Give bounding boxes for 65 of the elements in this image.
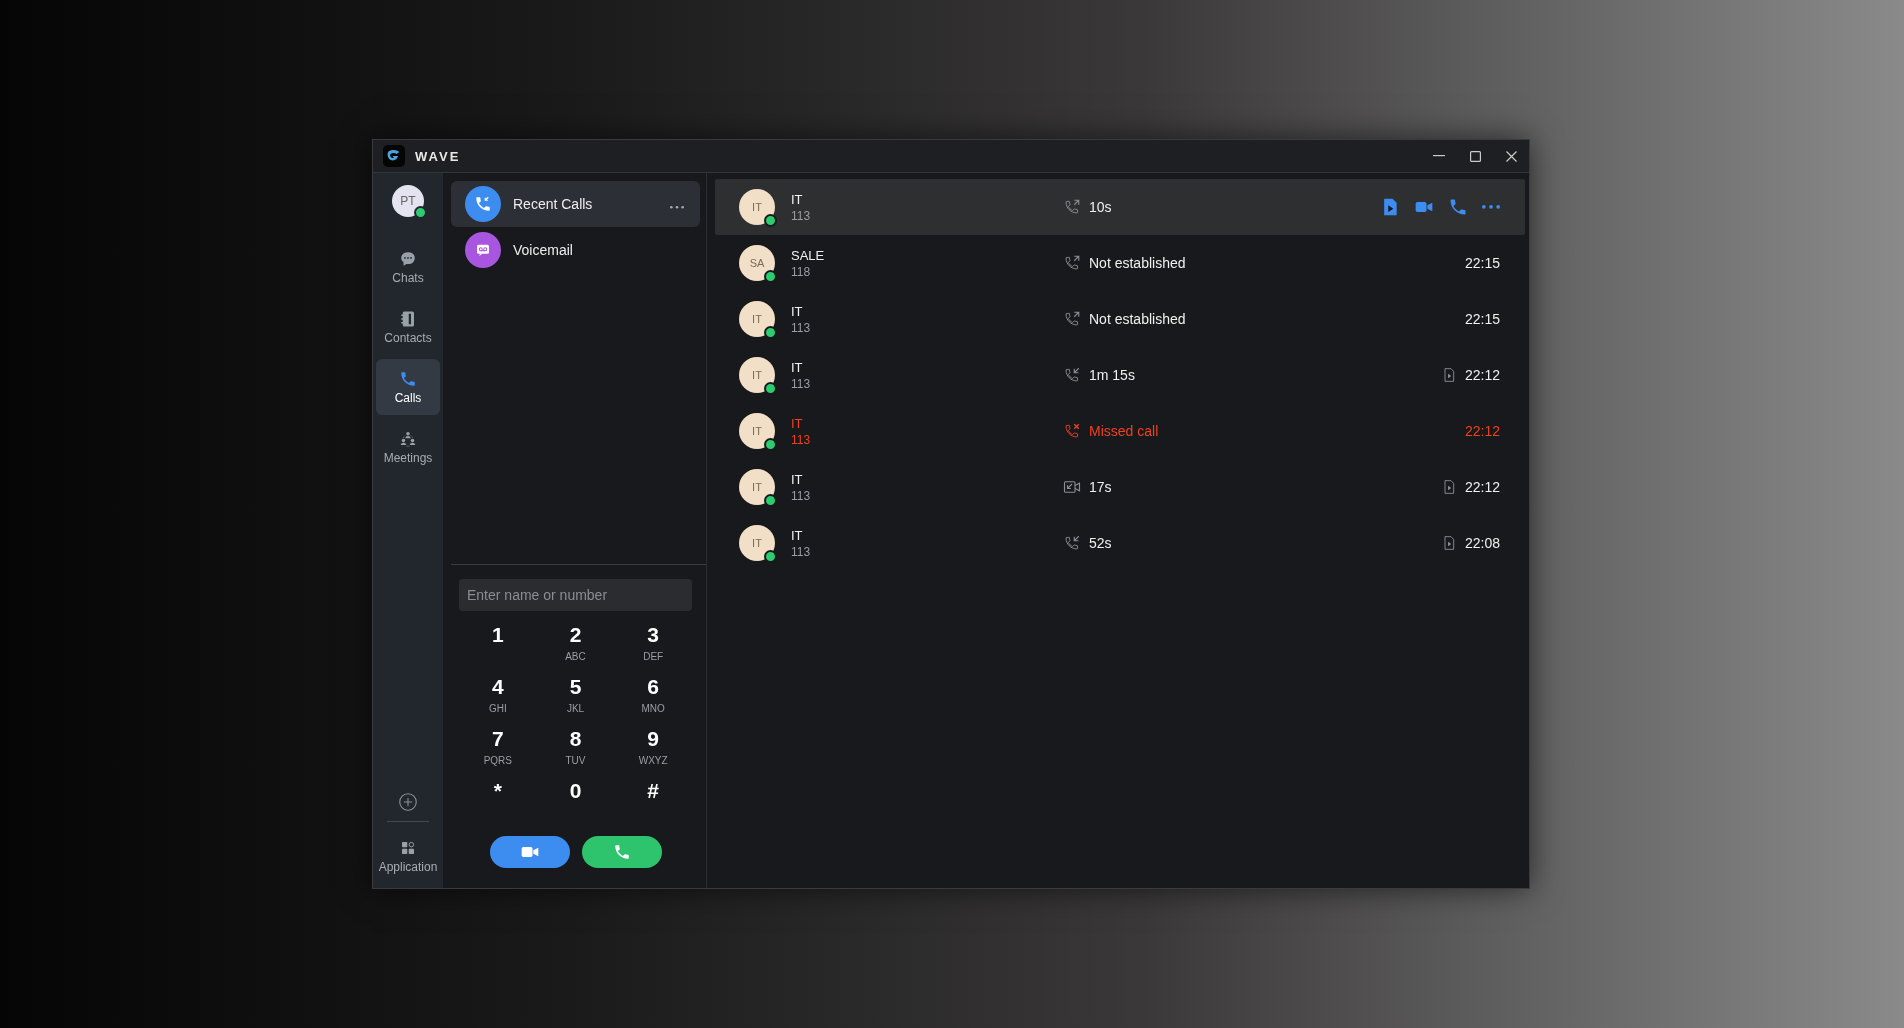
dial-key[interactable]: 8 TUV <box>536 723 615 775</box>
call-status: Not established <box>1089 311 1186 327</box>
call-status: Not established <box>1089 255 1186 271</box>
call-time: 22:12 <box>1464 479 1500 495</box>
dial-key[interactable]: * <box>459 775 537 827</box>
dial-key[interactable]: # <box>614 775 692 827</box>
dial-key[interactable]: 6 MNO <box>614 671 692 723</box>
contact-name: SALE <box>791 247 826 263</box>
contact-name: IT <box>791 415 804 431</box>
call-time: 22:15 <box>1464 311 1500 327</box>
call-status: Missed call <box>1089 423 1159 439</box>
call-status: 1m 15s <box>1089 367 1135 383</box>
call-status: 52s <box>1089 535 1112 551</box>
contact-name: IT <box>791 191 804 207</box>
avatar-initials: IT <box>752 313 762 325</box>
dial-key[interactable]: 0 <box>536 775 615 827</box>
call-time: 22:15 <box>1464 255 1500 271</box>
contact-name: IT <box>791 359 804 375</box>
call-row[interactable]: IT IT 113 10s <box>715 179 1525 235</box>
call-group-item[interactable]: Recent Calls <box>451 181 700 227</box>
call-row[interactable]: IT IT 113 17s 22:12 <box>715 459 1525 515</box>
contact-number: 113 <box>791 544 812 559</box>
contact-number: 113 <box>791 376 812 391</box>
dial-key[interactable]: 4 GHI <box>459 671 537 723</box>
call-group-label: Voicemail <box>513 242 574 258</box>
call-status: 10s <box>1089 199 1112 215</box>
call-row[interactable]: IT IT 113 Missed call 22:12 <box>715 403 1525 459</box>
avatar-initials: IT <box>752 369 762 381</box>
call-group-item[interactable]: Voicemail <box>451 227 700 273</box>
nav-item[interactable]: Meetings <box>376 419 440 475</box>
nav-item[interactable]: Contacts <box>376 299 440 355</box>
nav-item[interactable]: Chats <box>376 239 440 295</box>
dial-key[interactable]: 3 DEF <box>614 619 692 671</box>
dial-key[interactable]: 9 WXYZ <box>614 723 692 775</box>
avatar-initials: IT <box>752 425 762 437</box>
call-group-label: Recent Calls <box>513 196 594 212</box>
call-row[interactable]: SA SALE 118 Not established 22:15 <box>715 235 1525 291</box>
contact-number: 113 <box>791 208 812 223</box>
contact-number: 113 <box>791 432 812 447</box>
dial-key[interactable]: 1 <box>459 619 537 671</box>
contact-number: 118 <box>791 264 812 279</box>
avatar-initials: PT <box>400 194 416 208</box>
avatar-initials: IT <box>752 481 762 493</box>
nav-item[interactable]: Calls <box>376 359 440 415</box>
call-time: 22:12 <box>1464 367 1500 383</box>
avatar-initials: IT <box>752 537 762 549</box>
contact-name: IT <box>791 303 804 319</box>
window-title: WAVE <box>415 148 462 164</box>
application-button[interactable]: Application <box>376 828 440 884</box>
call-row[interactable]: IT IT 113 52s 22:08 <box>715 515 1525 571</box>
call-time: 22:12 <box>1464 423 1500 439</box>
contact-number: 113 <box>791 488 812 503</box>
call-row[interactable]: IT IT 113 1m 15s 22:12 <box>715 347 1525 403</box>
avatar-initials: SA <box>749 257 765 269</box>
dial-key[interactable]: 7 PQRS <box>459 723 537 775</box>
dial-key[interactable]: 5 JKL <box>536 671 615 723</box>
call-status: 17s <box>1089 479 1112 495</box>
avatar-initials: IT <box>752 201 762 213</box>
dial-input-field[interactable]: Enter name or number <box>459 579 692 611</box>
call-row[interactable]: IT IT 113 Not established 22:15 <box>715 291 1525 347</box>
contact-number: 113 <box>791 320 812 335</box>
call-time: 22:08 <box>1464 535 1500 551</box>
contact-name: IT <box>791 527 804 543</box>
dial-key[interactable]: 2 ABC <box>536 619 615 671</box>
contact-name: IT <box>791 471 804 487</box>
